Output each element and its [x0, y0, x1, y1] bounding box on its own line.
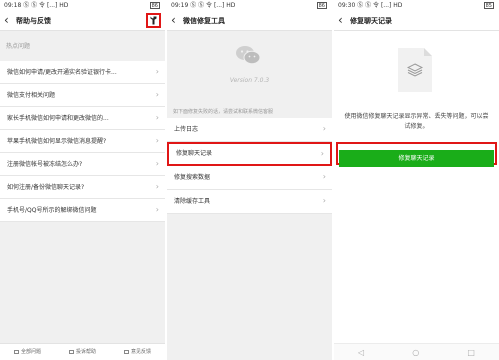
chevron-right-icon: › — [155, 90, 159, 99]
list-item-label: 家长手机微信如何申请和更改微信的... — [7, 115, 109, 122]
list-item[interactable]: 如何注册/备份微信聊天记录? › — [0, 176, 165, 199]
clear-cache-item[interactable]: 清除缓存工具 › — [167, 190, 332, 214]
document-icon — [398, 48, 432, 92]
version-text: Version 7.0.3 — [229, 77, 270, 84]
status-signals: Ⓢ Ⓢ 令 [...] HD — [357, 2, 403, 9]
nav-recents-icon[interactable]: □ — [467, 348, 475, 357]
wrench-icon — [150, 16, 157, 25]
chevron-right-icon: › — [322, 124, 326, 133]
chevron-right-icon: › — [155, 159, 159, 168]
repair-description: 使用微信修复聊天记录显示异常、丢失等问题，可以尝试修复。 — [344, 113, 489, 130]
page-title: 帮助与反馈 — [16, 17, 51, 25]
repair-chat-history-screen: 09:30 Ⓢ Ⓢ 令 [...] HD 85 ‹ 修复聊天记录 使用微信修复聊… — [334, 0, 499, 360]
edit-icon — [123, 350, 129, 354]
list-item[interactable]: 苹果手机微信如何显示微信消息提醒? › — [0, 130, 165, 153]
section-label: 热点问题 — [6, 43, 31, 50]
status-time: 09:30 — [338, 2, 356, 9]
chevron-right-icon: › — [155, 113, 159, 122]
page-title: 修复聊天记录 — [350, 17, 392, 25]
back-arrow-icon[interactable]: ‹ — [338, 11, 343, 30]
list-item-label: 苹果手机微信如何显示微信消息提醒? — [7, 138, 107, 145]
repair-button-highlight: 修复聊天记录 — [336, 142, 497, 167]
back-arrow-icon[interactable]: ‹ — [171, 11, 176, 30]
list-item[interactable]: 微信如何申请/更改开通实名验证银行卡... › — [0, 61, 165, 84]
chevron-right-icon: › — [155, 136, 159, 145]
chevron-right-icon: › — [155, 205, 159, 214]
repair-hint: 如下面修复失败的话，请尝试和联系微信客服 — [173, 109, 274, 115]
status-signals: Ⓢ Ⓢ 令 [...] HD — [190, 2, 236, 9]
list-item-label: 修复搜索数据 — [174, 174, 211, 181]
chevron-right-icon: › — [322, 172, 326, 181]
page-fold — [424, 48, 432, 56]
system-nav-bar: ◁ ○ □ — [334, 343, 499, 360]
status-bar: 09:30 Ⓢ Ⓢ 令 [...] HD 85 — [334, 0, 499, 11]
list-item-label: 微信如何申请/更改开通实名验证银行卡... — [7, 69, 117, 76]
battery-indicator: 86 — [149, 2, 160, 9]
list-item-label: 上传日志 — [174, 126, 199, 133]
repair-tools-list: 上传日志 › 修复聊天记录 › 修复搜索数据 › 清除缓存工具 › — [167, 118, 332, 214]
status-bar: 09:19 Ⓢ Ⓢ 令 [...] HD 86 — [167, 0, 332, 11]
layers-icon — [407, 63, 423, 77]
nav-back-icon[interactable]: ◁ — [358, 348, 364, 357]
status-time: 09:18 — [4, 2, 22, 9]
tab-label: 投诉帮助 — [75, 349, 96, 355]
repair-chat-history-button[interactable]: 修复聊天记录 — [339, 150, 494, 167]
chevron-right-icon: › — [322, 196, 326, 205]
repair-search-data-item[interactable]: 修复搜索数据 › — [167, 166, 332, 190]
repair-panel: 使用微信修复聊天记录显示异常、丢失等问题，可以尝试修复。 修复聊天记录 — [334, 31, 499, 343]
list-item[interactable]: 手机号/QQ号所示的解绑微信问题 › — [0, 199, 165, 222]
tab-label: 全部问题 — [20, 349, 41, 355]
all-questions-tab[interactable]: 全部问题 — [0, 344, 55, 360]
list-item-label: 如何注册/备份微信聊天记录? — [7, 184, 85, 191]
battery-indicator: 86 — [316, 2, 327, 9]
nav-bar: ‹ 帮助与反馈 — [0, 11, 165, 31]
nav-bar: ‹ 修复聊天记录 — [334, 11, 499, 31]
status-signals: Ⓢ Ⓢ 令 [...] HD — [23, 2, 69, 9]
upload-logs-item[interactable]: 上传日志 › — [167, 118, 332, 142]
repair-tools-screen: 09:19 Ⓢ Ⓢ 令 [...] HD 86 ‹ 微信修复工具 Version… — [167, 0, 332, 360]
faq-list: 微信如何申请/更改开通实名验证银行卡... › 微信支付相关问题 › 家长手机微信如… — [0, 61, 165, 222]
status-bar: 09:18 Ⓢ Ⓢ 令 [...] HD 86 — [0, 0, 165, 11]
list-icon — [13, 350, 19, 354]
status-time: 09:19 — [171, 2, 189, 9]
nav-home-icon[interactable]: ○ — [412, 348, 419, 357]
app-info: Version 7.0.3 — [167, 31, 332, 106]
list-item[interactable]: 注册微信帐号被冻结怎么办? › — [0, 153, 165, 176]
list-item-label: 注册微信帐号被冻结怎么办? — [7, 161, 83, 168]
battery-indicator: 85 — [483, 2, 494, 9]
page-title: 微信修复工具 — [183, 17, 225, 25]
list-item-label: 清除缓存工具 — [174, 198, 211, 205]
repair-chat-history-item[interactable]: 修复聊天记录 › — [167, 142, 332, 166]
nav-bar: ‹ 微信修复工具 — [167, 11, 332, 31]
help-bottom-bar: 全部问题 投诉帮助 意见反馈 — [0, 343, 165, 360]
wechat-logo-icon — [236, 46, 261, 65]
list-item[interactable]: 家长手机微信如何申请和更改微信的... › — [0, 107, 165, 130]
help-feedback-screen: 09:18 Ⓢ Ⓢ 令 [...] HD 86 ‹ 帮助与反馈 热点问题 微信如… — [0, 0, 165, 360]
feedback-tab[interactable]: 意见反馈 — [110, 344, 165, 360]
list-item-label: 手机号/QQ号所示的解绑微信问题 — [7, 207, 97, 214]
complaint-icon — [68, 350, 74, 354]
list-item-label: 修复聊天记录 — [176, 150, 213, 157]
list-item-label: 微信支付相关问题 — [7, 92, 56, 99]
chevron-right-icon: › — [155, 67, 159, 76]
chevron-right-icon: › — [155, 182, 159, 191]
back-arrow-icon[interactable]: ‹ — [4, 11, 9, 30]
repair-tools-button[interactable] — [146, 13, 161, 28]
list-item[interactable]: 微信支付相关问题 › — [0, 84, 165, 107]
chevron-right-icon: › — [320, 149, 324, 158]
complaint-help-tab[interactable]: 投诉帮助 — [55, 344, 110, 360]
tab-label: 意见反馈 — [130, 349, 151, 355]
